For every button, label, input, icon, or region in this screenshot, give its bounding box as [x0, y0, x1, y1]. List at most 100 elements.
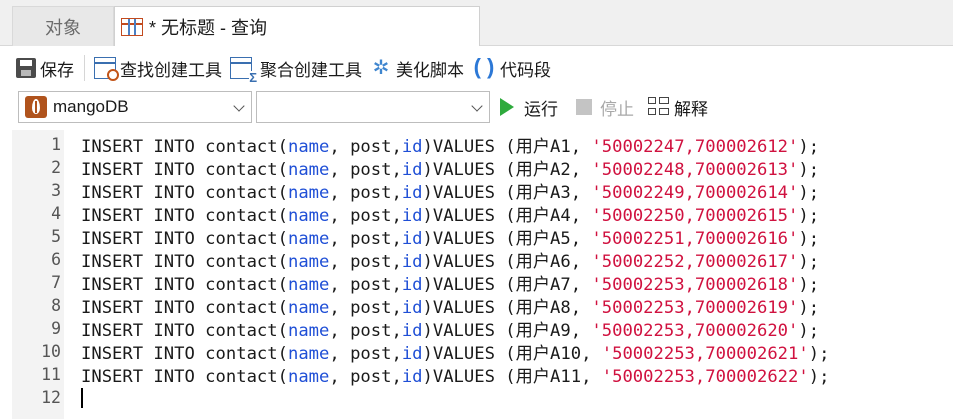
connection-select-value: mangoDB	[53, 97, 129, 116]
line-number: 12	[41, 388, 61, 407]
line-number: 6	[51, 250, 61, 269]
tab-objects-label: 对象	[45, 17, 81, 38]
snippet-button[interactable]: ( ) 代码段	[468, 52, 555, 84]
column-name: name	[287, 183, 330, 203]
code-text: INSERT INTO contact(name, post,id)VALUES…	[81, 339, 829, 364]
connection-select[interactable]: mangoDB	[18, 91, 252, 123]
column-name: id	[401, 229, 423, 249]
code-text: INSERT INTO contact(name, post,id)VALUES…	[81, 132, 819, 157]
code-token: )VALUES (用户A3,	[422, 183, 592, 203]
code-text: INSERT INTO contact(name, post,id)VALUES…	[81, 316, 819, 341]
string-literal: '50002250,700002615'	[591, 206, 799, 226]
code-token: );	[808, 344, 830, 364]
tab-query-label: * 无标题 - 查询	[149, 18, 268, 38]
line-number: 11	[41, 365, 61, 384]
query-editor[interactable]: 1 INSERT INTO contact(name, post,id)VALUE…	[12, 130, 953, 419]
code-text: INSERT INTO contact(name, post,id)VALUES…	[81, 293, 819, 318]
code-token: INSERT INTO contact(	[81, 137, 288, 157]
aggregate-builder-button[interactable]: 聚合创建工具	[226, 52, 366, 84]
code-token: INSERT INTO contact(	[81, 275, 288, 295]
tab-query[interactable]: * 无标题 - 查询	[114, 6, 480, 47]
toolbar-divider	[84, 55, 85, 81]
snippet-label: 代码段	[500, 60, 551, 80]
column-name: id	[401, 344, 423, 364]
code-line[interactable]: 8 INSERT INTO contact(name, post,id)VALUE…	[12, 293, 953, 318]
code-token: )VALUES (用户A11,	[422, 367, 602, 387]
column-name: name	[287, 298, 330, 318]
line-number: 4	[51, 204, 61, 223]
code-token: , post,	[329, 367, 402, 387]
code-line[interactable]: 10 INSERT INTO contact(name, post,id)VALU…	[12, 339, 953, 364]
code-line[interactable]: 11 INSERT INTO contact(name, post,id)VALU…	[12, 363, 953, 387]
run-button[interactable]: 运行	[500, 92, 558, 122]
explain-button[interactable]: 解释	[648, 92, 708, 122]
column-name: id	[401, 206, 423, 226]
tab-bar: 对象 * 无标题 - 查询	[0, 0, 953, 47]
column-name: name	[287, 206, 330, 226]
code-line[interactable]: 9 INSERT INTO contact(name, post,id)VALUE…	[12, 316, 953, 341]
line-number: 9	[51, 319, 61, 338]
stop-icon	[576, 99, 592, 115]
beautify-label: 美化脚本	[396, 60, 464, 80]
column-name: id	[401, 321, 423, 341]
database-select[interactable]	[256, 91, 490, 123]
code-line[interactable]: 5 INSERT INTO contact(name, post,id)VALUE…	[12, 225, 953, 249]
save-label: 保存	[40, 60, 74, 80]
code-text: INSERT INTO contact(name, post,id)VALUES…	[81, 247, 819, 272]
code-token: )VALUES (用户A5,	[422, 229, 592, 249]
code-line[interactable]: 12	[12, 386, 953, 409]
code-text: INSERT INTO contact(name, post,id)VALUES…	[81, 155, 819, 180]
line-number: 7	[51, 273, 61, 292]
column-name: id	[401, 137, 423, 157]
code-token: , post,	[329, 321, 402, 341]
line-number: 2	[51, 158, 61, 177]
explain-icon	[648, 97, 670, 117]
chevron-down-icon	[233, 100, 245, 112]
code-line[interactable]: 2 INSERT INTO contact(name, post,id)VALUE…	[12, 155, 953, 180]
code-token: , post,	[329, 229, 402, 249]
column-name: id	[401, 275, 423, 295]
column-name: id	[401, 252, 423, 272]
explain-label: 解释	[674, 99, 708, 119]
string-literal: '50002253,700002620'	[591, 321, 799, 341]
code-token: INSERT INTO contact(	[81, 321, 288, 341]
line-number: 8	[51, 296, 61, 315]
code-token: );	[798, 183, 820, 203]
column-name: name	[287, 229, 330, 249]
column-name: id	[401, 183, 423, 203]
code-line[interactable]: 3 INSERT INTO contact(name, post,id)VALUE…	[12, 179, 953, 203]
code-token: , post,	[329, 137, 402, 157]
tab-objects[interactable]: 对象	[12, 6, 114, 46]
string-literal: '50002251,700002616'	[591, 229, 799, 249]
string-literal: '50002253,700002622'	[601, 367, 809, 387]
column-name: name	[287, 344, 330, 364]
column-name: name	[287, 137, 330, 157]
code-token: );	[798, 160, 820, 180]
code-line[interactable]: 6 INSERT INTO contact(name, post,id)VALUE…	[12, 247, 953, 272]
string-literal: '50002249,700002614'	[591, 183, 799, 203]
column-name: name	[287, 367, 330, 387]
code-line[interactable]: 4 INSERT INTO contact(name, post,id)VALUE…	[12, 201, 953, 226]
code-token: , post,	[329, 344, 402, 364]
string-literal: '50002248,700002613'	[591, 160, 799, 180]
string-literal: '50002253,700002619'	[591, 298, 799, 318]
run-label: 运行	[524, 99, 558, 119]
code-line[interactable]: 1 INSERT INTO contact(name, post,id)VALUE…	[12, 132, 953, 157]
beautify-button[interactable]: ✲ 美化脚本	[366, 52, 468, 84]
snippet-icon: ( )	[473, 54, 495, 79]
code-text: INSERT INTO contact(name, post,id)VALUES…	[81, 201, 819, 226]
code-line[interactable]: 7 INSERT INTO contact(name, post,id)VALUE…	[12, 271, 953, 295]
find-builder-button[interactable]: 查找创建工具	[90, 52, 226, 84]
code-token: , post,	[329, 206, 402, 226]
code-token: )VALUES (用户A9,	[422, 321, 592, 341]
code-token: INSERT INTO contact(	[81, 367, 288, 387]
column-name: name	[287, 321, 330, 341]
column-name: id	[401, 160, 423, 180]
stop-label: 停止	[600, 99, 634, 119]
code-token: , post,	[329, 275, 402, 295]
save-button[interactable]: 保存	[12, 52, 78, 84]
stop-button[interactable]: 停止	[576, 92, 634, 122]
code-token: )VALUES (用户A10,	[422, 344, 602, 364]
code-token: );	[798, 252, 820, 272]
code-token: , post,	[329, 183, 402, 203]
